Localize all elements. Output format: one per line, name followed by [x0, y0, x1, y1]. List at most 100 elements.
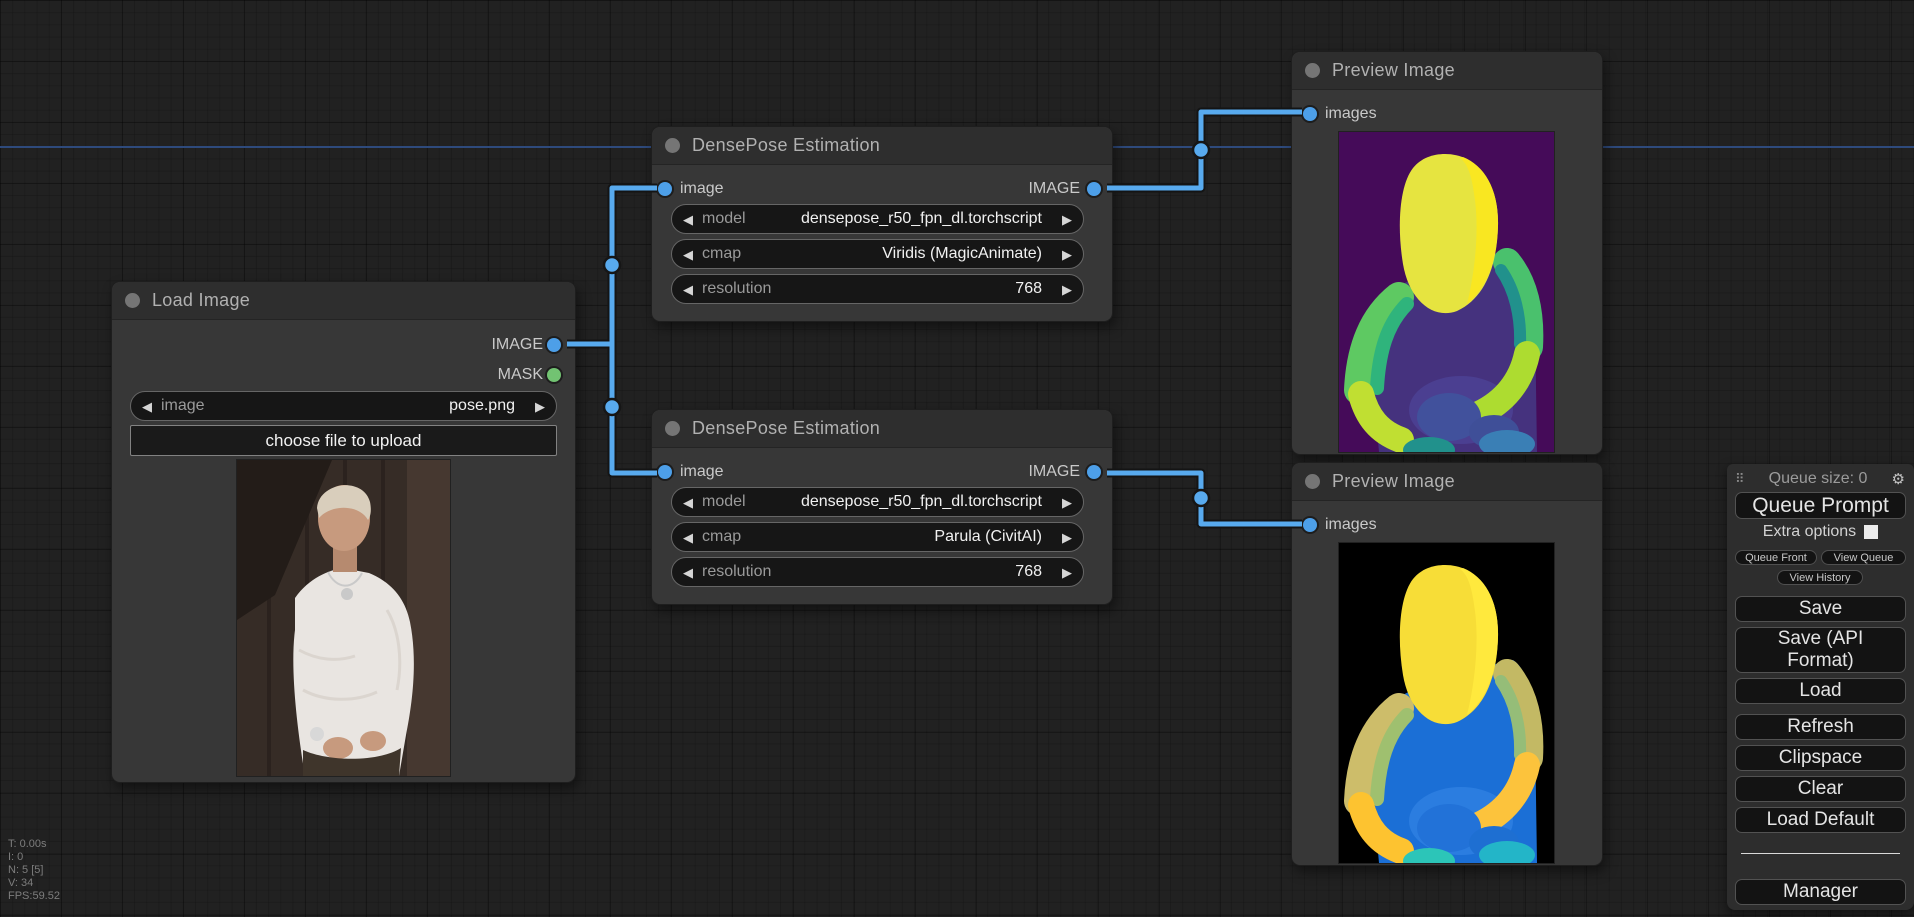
- increment-arrow-icon[interactable]: ▶: [1062, 283, 1072, 296]
- densepose-preview-parula: [1339, 543, 1554, 863]
- widget-model[interactable]: ◀ model densepose_r50_fpn_dl.torchscript…: [671, 487, 1084, 517]
- output-port-image[interactable]: [547, 338, 561, 352]
- choose-file-button[interactable]: choose file to upload: [130, 425, 557, 456]
- increment-arrow-icon[interactable]: ▶: [1062, 566, 1072, 579]
- output-port-image[interactable]: [1087, 182, 1101, 196]
- output-label-mask: MASK: [497, 366, 543, 383]
- input-label: images: [1325, 105, 1377, 122]
- node-title-bar[interactable]: Preview Image: [1292, 463, 1602, 501]
- save-api-format-button[interactable]: Save (API Format): [1735, 627, 1906, 673]
- settings-gear-icon[interactable]: ⚙: [1892, 470, 1905, 488]
- widget-cmap[interactable]: ◀ cmap Parula (CivitAI) ▶: [671, 522, 1084, 552]
- node-title-bar[interactable]: Load Image: [112, 282, 575, 320]
- input-port-image[interactable]: [658, 465, 672, 479]
- queue-size-label: Queue size: 0: [1768, 470, 1868, 487]
- clipspace-button[interactable]: Clipspace: [1735, 745, 1906, 771]
- increment-arrow-icon[interactable]: ▶: [1062, 248, 1072, 261]
- input-port-images[interactable]: [1303, 107, 1317, 121]
- node-preview-image-2[interactable]: Preview Image images: [1291, 462, 1603, 866]
- decrement-arrow-icon[interactable]: ◀: [142, 400, 152, 413]
- widget-resolution[interactable]: ◀ resolution 768 ▶: [671, 557, 1084, 587]
- output-port-mask[interactable]: [547, 368, 561, 382]
- decrement-arrow-icon[interactable]: ◀: [683, 283, 693, 296]
- output-port-image[interactable]: [1087, 465, 1101, 479]
- load-default-button[interactable]: Load Default: [1735, 807, 1906, 833]
- input-label: image: [680, 463, 724, 480]
- decrement-arrow-icon[interactable]: ◀: [683, 531, 693, 544]
- collapse-dot-icon[interactable]: [665, 138, 680, 153]
- collapse-dot-icon[interactable]: [1305, 474, 1320, 489]
- node-title: Preview Image: [1332, 471, 1455, 491]
- input-port-images[interactable]: [1303, 518, 1317, 532]
- link-midpoint-dot: [1191, 140, 1211, 160]
- extra-options-label: Extra options: [1762, 523, 1857, 540]
- input-port-image[interactable]: [658, 182, 672, 196]
- node-load-image[interactable]: Load Image IMAGE MASK ◀ image pose.png ▶…: [111, 281, 576, 783]
- stat-time: T: 0.00s: [8, 838, 47, 850]
- increment-arrow-icon[interactable]: ▶: [1062, 531, 1072, 544]
- load-button[interactable]: Load: [1735, 678, 1906, 704]
- decrement-arrow-icon[interactable]: ◀: [683, 248, 693, 261]
- increment-arrow-icon[interactable]: ▶: [1062, 496, 1072, 509]
- node-title: Load Image: [152, 290, 251, 310]
- stat-version: V: 34: [8, 877, 34, 889]
- node-densepose-2[interactable]: DensePose Estimation image IMAGE ◀ model…: [651, 409, 1113, 605]
- save-button[interactable]: Save: [1735, 596, 1906, 622]
- widget-value: 768: [1015, 563, 1042, 580]
- view-history-button[interactable]: View History: [1777, 570, 1863, 585]
- stat-iteration: I: 0: [8, 851, 24, 863]
- menu-drag-handle-icon[interactable]: ⠿: [1735, 471, 1745, 487]
- performance-stats: T: 0.00s I: 0 N: 5 [5] V: 34 FPS:59.52: [8, 838, 60, 903]
- output-label: IMAGE: [1028, 180, 1080, 197]
- queue-prompt-button[interactable]: Queue Prompt: [1735, 492, 1906, 519]
- widget-label: cmap: [702, 245, 742, 262]
- increment-arrow-icon[interactable]: ▶: [535, 400, 545, 413]
- node-title: DensePose Estimation: [692, 418, 881, 438]
- collapse-dot-icon[interactable]: [125, 293, 140, 308]
- widget-value: Parula (CivitAI): [934, 528, 1042, 545]
- widget-value: Viridis (MagicAnimate): [882, 245, 1042, 262]
- node-graph-canvas[interactable]: Load Image IMAGE MASK ◀ image pose.png ▶…: [0, 0, 1914, 917]
- node-densepose-1[interactable]: DensePose Estimation image IMAGE ◀ model…: [651, 126, 1113, 322]
- densepose-preview-viridis: [1339, 132, 1554, 452]
- node-preview-image-1[interactable]: Preview Image images: [1291, 51, 1603, 455]
- loaded-image-preview: [237, 460, 450, 776]
- comfy-menu[interactable]: ⠿ Queue size: 0 ⚙ Queue Prompt Extra opt…: [1727, 464, 1914, 910]
- queue-front-button[interactable]: Queue Front: [1735, 550, 1817, 565]
- node-title-bar[interactable]: DensePose Estimation: [652, 127, 1112, 165]
- widget-model[interactable]: ◀ model densepose_r50_fpn_dl.torchscript…: [671, 204, 1084, 234]
- widget-value: densepose_r50_fpn_dl.torchscript: [800, 210, 1042, 227]
- widget-label: model: [702, 210, 746, 227]
- increment-arrow-icon[interactable]: ▶: [1062, 213, 1072, 226]
- decrement-arrow-icon[interactable]: ◀: [683, 566, 693, 579]
- link-midpoint-dot: [1191, 488, 1211, 508]
- stat-fps: FPS:59.52: [8, 890, 60, 902]
- view-queue-button[interactable]: View Queue: [1821, 550, 1906, 565]
- node-title: Preview Image: [1332, 60, 1455, 80]
- input-label: images: [1325, 516, 1377, 533]
- collapse-dot-icon[interactable]: [1305, 63, 1320, 78]
- stat-nodes: N: 5 [5]: [8, 864, 44, 876]
- widget-label: cmap: [702, 528, 742, 545]
- node-title: DensePose Estimation: [692, 135, 881, 155]
- extra-options-checkbox[interactable]: [1864, 525, 1879, 539]
- decrement-arrow-icon[interactable]: ◀: [683, 213, 693, 226]
- widget-label: resolution: [702, 280, 772, 297]
- widget-cmap[interactable]: ◀ cmap Viridis (MagicAnimate) ▶: [671, 239, 1084, 269]
- clear-button[interactable]: Clear: [1735, 776, 1906, 802]
- widget-label: image: [161, 397, 205, 414]
- link-midpoint-dot: [602, 255, 622, 275]
- widget-resolution[interactable]: ◀ resolution 768 ▶: [671, 274, 1084, 304]
- widget-label: model: [702, 493, 746, 510]
- widget-value: pose.png: [449, 397, 515, 414]
- manager-button[interactable]: Manager: [1735, 879, 1906, 905]
- link-midpoint-dot: [602, 397, 622, 417]
- widget-image-combo[interactable]: ◀ image pose.png ▶: [130, 391, 557, 421]
- decrement-arrow-icon[interactable]: ◀: [683, 496, 693, 509]
- collapse-dot-icon[interactable]: [665, 421, 680, 436]
- refresh-button[interactable]: Refresh: [1735, 714, 1906, 740]
- node-title-bar[interactable]: DensePose Estimation: [652, 410, 1112, 448]
- node-title-bar[interactable]: Preview Image: [1292, 52, 1602, 90]
- output-label: IMAGE: [1028, 463, 1080, 480]
- widget-label: resolution: [702, 563, 772, 580]
